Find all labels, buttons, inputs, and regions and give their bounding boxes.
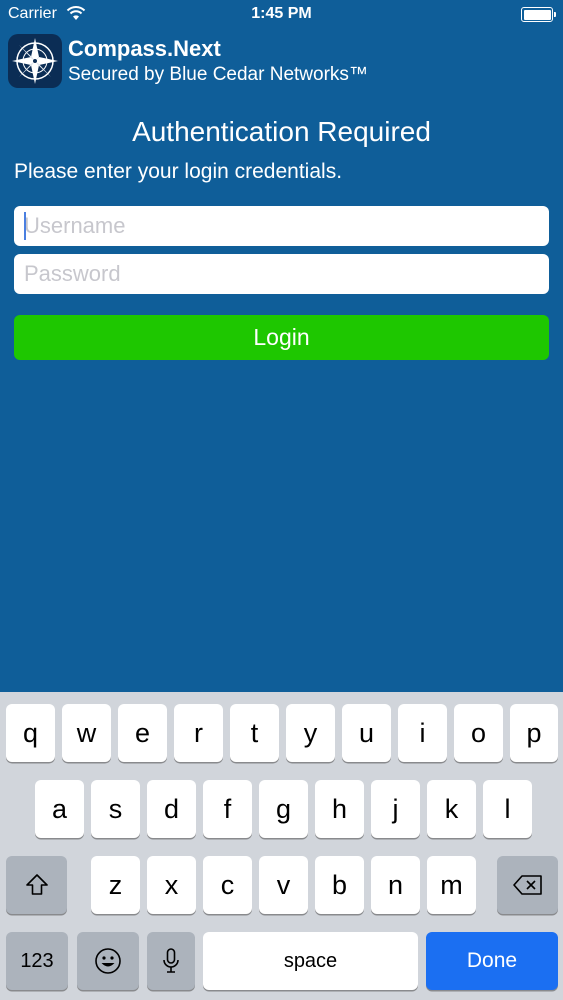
key-c[interactable]: c [203, 856, 252, 914]
key-k[interactable]: k [427, 780, 476, 838]
space-key-label: space [283, 949, 338, 972]
key-o[interactable]: o [454, 704, 503, 762]
key-d[interactable]: d [147, 780, 196, 838]
key-g[interactable]: g [259, 780, 308, 838]
dictation-key[interactable] [147, 932, 195, 990]
key-u[interactable]: u [342, 704, 391, 762]
key-q[interactable]: q [6, 704, 55, 762]
microphone-icon [163, 948, 179, 973]
emoji-icon [95, 948, 121, 974]
key-p[interactable]: p [510, 704, 558, 762]
backspace-icon [512, 875, 542, 895]
emoji-key[interactable] [77, 932, 139, 990]
instructions-text: Please enter your login credentials. [14, 160, 343, 183]
done-key[interactable]: Done [426, 932, 558, 990]
key-r[interactable]: r [174, 704, 223, 762]
key-x[interactable]: x [147, 856, 196, 914]
login-button[interactable]: Login [14, 315, 549, 360]
key-s[interactable]: s [91, 780, 140, 838]
shift-icon [25, 874, 48, 895]
key-w[interactable]: w [62, 704, 111, 762]
numbers-key[interactable]: 123 [6, 932, 68, 990]
key-j[interactable]: j [371, 780, 420, 838]
username-field[interactable] [14, 206, 549, 246]
status-time: 1:45 PM [251, 5, 312, 22]
done-key-label: Done [466, 949, 518, 972]
key-i[interactable]: i [398, 704, 447, 762]
key-l[interactable]: l [483, 780, 532, 838]
onscreen-keyboard: q w e r t y u i o p a s d f g h j k l z … [0, 692, 563, 1000]
app-header: Compass.Next Secured by Blue Cedar Netwo… [8, 34, 558, 90]
status-bar: Carrier 1:45 PM [0, 0, 563, 30]
key-h[interactable]: h [315, 780, 364, 838]
shift-key[interactable] [6, 856, 67, 914]
page-title: Authentication Required [132, 116, 431, 147]
app-subtitle: Secured by Blue Cedar Networks™ [68, 64, 368, 85]
compass-icon [8, 34, 62, 88]
battery-icon [521, 7, 556, 22]
app-name: Compass.Next [68, 36, 221, 61]
numbers-key-label: 123 [20, 949, 54, 972]
key-y[interactable]: y [286, 704, 335, 762]
key-b[interactable]: b [315, 856, 364, 914]
password-field[interactable] [14, 254, 549, 294]
key-n[interactable]: n [371, 856, 420, 914]
key-z[interactable]: z [91, 856, 140, 914]
key-f[interactable]: f [203, 780, 252, 838]
key-m[interactable]: m [427, 856, 476, 914]
key-e[interactable]: e [118, 704, 167, 762]
key-v[interactable]: v [259, 856, 308, 914]
key-t[interactable]: t [230, 704, 279, 762]
backspace-key[interactable] [497, 856, 558, 914]
space-key[interactable]: space [203, 932, 418, 990]
text-cursor [24, 212, 26, 240]
key-a[interactable]: a [35, 780, 84, 838]
